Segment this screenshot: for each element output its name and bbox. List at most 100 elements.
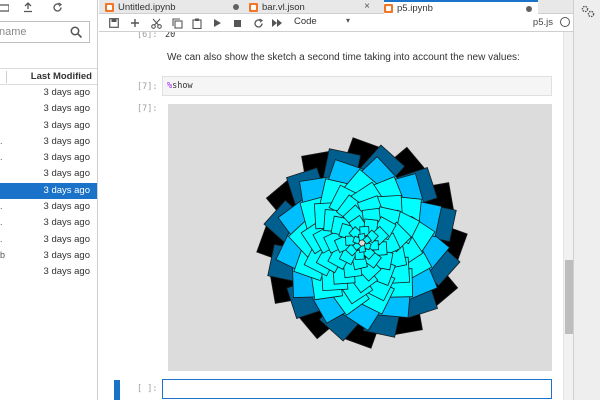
upload-button[interactable] [20, 0, 36, 14]
chevron-down-icon: ▾ [345, 16, 350, 25]
paste-button[interactable] [190, 16, 204, 30]
empty-code-cell-input[interactable] [162, 379, 552, 399]
file-browser-panel: Last Modified 3 days ago 3 days ago 3 days… [0, 0, 98, 400]
cell-output-text: 20 [165, 32, 176, 40]
tab-bar: Untitled.ipynb bar.vl.json × p5.ipynb [99, 0, 573, 15]
restart-button[interactable] [251, 16, 265, 30]
scissors-icon [150, 18, 162, 29]
file-list-item[interactable]: . 3 days ago [0, 134, 97, 150]
last-modified-value: 3 days ago [43, 217, 90, 229]
copy-button[interactable] [170, 16, 184, 30]
file-list-item[interactable]: . 3 days ago [0, 150, 97, 166]
file-list-item[interactable]: 3 days ago [0, 85, 97, 101]
code-command: show [172, 81, 193, 91]
notebook-toolbar: Code ▾ p5.js [99, 14, 573, 32]
interrupt-button[interactable] [230, 16, 244, 30]
insert-cell-button[interactable] [128, 16, 142, 30]
tab-p5-ipynb[interactable]: p5.ipynb [384, 0, 538, 15]
fast-forward-icon [272, 19, 282, 27]
file-list-item[interactable]: 3 days ago [0, 166, 97, 182]
scrollbar-thumb[interactable] [565, 260, 573, 334]
notebook-panel: [6]: 20 We can also show the sketch a se… [99, 32, 563, 400]
refresh-button[interactable] [49, 0, 65, 14]
stop-icon [233, 19, 241, 27]
file-list-item[interactable]: 3 days ago [0, 264, 97, 280]
file-list-item[interactable]: . 3 days ago [0, 232, 97, 248]
file-list-header: Last Modified [0, 68, 97, 85]
last-modified-value: 3 days ago [43, 103, 90, 115]
last-modified-value: 3 days ago [43, 119, 90, 131]
save-button[interactable] [107, 16, 121, 30]
last-modified-value: 3 days ago [43, 87, 90, 98]
file-list-item[interactable]: . 3 days ago [0, 199, 97, 215]
run-all-button[interactable] [270, 16, 284, 30]
unsaved-dot-icon[interactable] [233, 4, 239, 10]
tab-label: bar.vl.json [262, 1, 305, 13]
cell-prompt: [6]: [137, 32, 158, 40]
notebook-icon [384, 4, 393, 13]
upload-icon [24, 1, 32, 12]
file-name-fragment: . [0, 201, 3, 212]
notebook-icon [249, 2, 258, 12]
refresh-icon [52, 1, 62, 12]
tab-label: p5.ipynb [397, 3, 433, 14]
close-icon[interactable]: × [364, 1, 370, 12]
file-search-input[interactable] [0, 25, 69, 39]
p5-sketch-output [168, 104, 552, 371]
kernel-status-icon [560, 17, 570, 27]
gears-icon[interactable] [580, 4, 596, 18]
file-name-fragment: . [0, 217, 3, 228]
file-list-item[interactable]: . 3 days ago [0, 215, 97, 231]
last-modified-value: 3 days ago [43, 233, 90, 245]
output-prompt: [7]: [137, 104, 158, 114]
file-name-fragment: b [0, 249, 6, 260]
restart-icon [253, 17, 263, 28]
last-modified-value: 3 days ago [43, 168, 90, 180]
play-icon [213, 19, 221, 27]
tab-bar-vl-json[interactable]: bar.vl.json × [249, 0, 375, 14]
file-name-fragment: . [0, 233, 3, 244]
copy-icon [171, 17, 183, 29]
file-search-box [0, 21, 90, 43]
file-list-item[interactable]: 3 days ago [0, 182, 97, 200]
code-text: %show [167, 81, 193, 91]
column-divider[interactable] [6, 71, 7, 83]
last-modified-value: 3 days ago [43, 152, 90, 164]
save-icon [109, 18, 119, 28]
right-sidebar [573, 0, 600, 400]
file-name-fragment: . [0, 135, 3, 146]
unsaved-dot-icon[interactable] [526, 6, 532, 12]
sketch-canvas [256, 137, 468, 349]
cell-type-value: Code [294, 16, 317, 27]
active-cell-indicator [114, 380, 120, 400]
plus-icon [131, 19, 139, 27]
search-icon[interactable] [70, 26, 83, 39]
notebook-scrollbar[interactable] [563, 32, 573, 400]
kernel-name[interactable]: p5.js [533, 17, 553, 28]
last-modified-value: 3 days ago [43, 135, 90, 147]
cut-button[interactable] [149, 16, 163, 30]
file-name-fragment: . [0, 152, 3, 163]
last-modified-value: 3 days ago [43, 249, 90, 261]
cell-type-dropdown[interactable]: Code ▾ [294, 16, 352, 30]
run-button[interactable] [210, 16, 224, 30]
last-modified-value: 3 days ago [43, 266, 90, 278]
file-list-item[interactable]: 3 days ago [0, 101, 97, 117]
last-modified-value: 3 days ago [43, 184, 90, 196]
file-browser-toolbar [0, 0, 97, 15]
folder-plus-icon [0, 4, 9, 12]
file-list: 3 days ago 3 days ago 3 days ago. 3 days ag… [0, 85, 97, 281]
input-prompt: [7]: [137, 82, 158, 92]
notebook-icon [105, 2, 114, 12]
new-folder-button[interactable] [0, 0, 12, 14]
tab-untitled-ipynb[interactable]: Untitled.ipynb [105, 0, 245, 14]
tab-label: Untitled.ipynb [118, 1, 176, 13]
last-modified-value: 3 days ago [43, 201, 90, 213]
markdown-cell-text: We can also show the sketch a second tim… [167, 52, 520, 63]
file-list-item[interactable]: b 3 days ago [0, 248, 97, 264]
clipboard-icon [192, 18, 202, 29]
last-modified-header[interactable]: Last Modified [31, 71, 92, 82]
code-cell-input[interactable]: %show [162, 76, 552, 96]
file-list-item[interactable]: 3 days ago [0, 118, 97, 134]
input-prompt: [ ]: [137, 384, 158, 394]
